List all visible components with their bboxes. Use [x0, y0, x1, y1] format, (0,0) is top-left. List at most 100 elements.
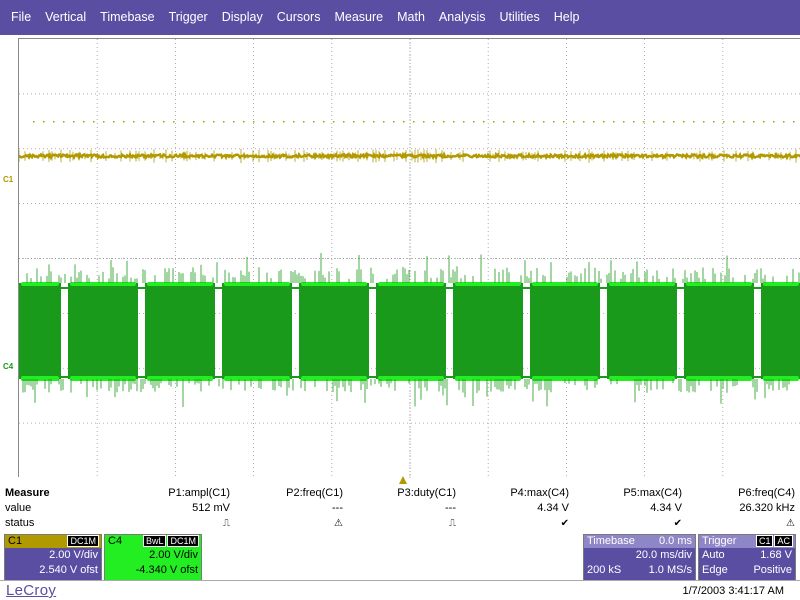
c4-burst-top-edge — [609, 282, 675, 286]
c1-ghost-dot — [83, 121, 85, 123]
check-status-icon: ✔ — [572, 516, 682, 531]
timebase-sampling: 200 kS 1.0 MS/s — [584, 563, 695, 578]
menu-vertical[interactable]: Vertical — [38, 0, 93, 35]
param-label-p2[interactable]: P2:freq(C1) — [233, 486, 343, 501]
c1-ghost-dot — [563, 121, 565, 123]
c1-ghost-dot — [723, 121, 725, 123]
c1-ghost-dot — [333, 121, 335, 123]
c1-ghost-dot — [223, 121, 225, 123]
param-label-p3[interactable]: P3:duty(C1) — [346, 486, 456, 501]
c1-ghost-dot — [613, 121, 615, 123]
c1-ghost-dot — [433, 121, 435, 123]
measure-status-row: status ⎍ ⚠ ⎍ ✔ ✔ ⚠ — [0, 516, 800, 531]
menu-timebase[interactable]: Timebase — [93, 0, 161, 35]
trigger-header: Trigger C1 AC — [699, 535, 795, 548]
c1-trace-marker[interactable]: C1 — [3, 176, 13, 184]
trigger-descriptor[interactable]: Trigger C1 AC Auto 1.68 V Edge Positive — [698, 534, 796, 581]
menu-analysis[interactable]: Analysis — [432, 0, 493, 35]
c1-ghost-dot — [523, 121, 525, 123]
c4-burst-block — [299, 283, 369, 379]
c4-burst-bottom-edge — [763, 376, 799, 381]
c1-ghost-dot — [393, 121, 395, 123]
timebase-header: Timebase 0.0 ms — [584, 535, 695, 548]
c1-ghost-dot — [123, 121, 125, 123]
c1-ghost-dot — [403, 121, 405, 123]
c1-ghost-dot — [103, 121, 105, 123]
c1-ghost-dot — [373, 121, 375, 123]
c1-ghost-dot — [683, 121, 685, 123]
c1-ghost-dot — [623, 121, 625, 123]
c1-ghost-dot — [273, 121, 275, 123]
status-row-label: status — [5, 516, 34, 531]
waveform-grid — [19, 39, 800, 478]
menu-trigger[interactable]: Trigger — [162, 0, 215, 35]
param-value-p3: --- — [346, 501, 456, 516]
c1-ghost-dot — [133, 121, 135, 123]
menu-cursors[interactable]: Cursors — [270, 0, 328, 35]
c1-ghost-dot — [503, 121, 505, 123]
param-label-p1[interactable]: P1:ampl(C1) — [120, 486, 230, 501]
c1-ghost-dot — [283, 121, 285, 123]
param-label-p6[interactable]: P6:freq(C4) — [685, 486, 795, 501]
c1-ghost-dot — [173, 121, 175, 123]
c4-vdiv: 2.00 V/div — [105, 548, 201, 563]
param-value-p5: 4.34 V — [572, 501, 682, 516]
lecroy-logo: LeCroy — [6, 582, 56, 599]
timebase-descriptor[interactable]: Timebase 0.0 ms 20.0 ms/div 200 kS 1.0 M… — [583, 534, 696, 581]
c1-ghost-dot — [323, 121, 325, 123]
timebase-samples: 200 kS — [587, 563, 621, 578]
menu-measure[interactable]: Measure — [327, 0, 390, 35]
c1-ghost-dot — [653, 121, 655, 123]
c1-ghost-dot — [473, 121, 475, 123]
c4-burst-block — [761, 283, 800, 379]
footer: LeCroy 1/7/2003 3:41:17 AM — [0, 582, 800, 600]
trigger-slope: Positive — [753, 563, 792, 578]
timebase-title: Timebase — [587, 535, 635, 548]
c1-ghost-dot — [353, 121, 355, 123]
c1-ghost-dot — [423, 121, 425, 123]
c1-name: C1 — [8, 535, 22, 547]
menu-math[interactable]: Math — [390, 0, 432, 35]
menu-file[interactable]: File — [4, 0, 38, 35]
c1-ghost-dot — [343, 121, 345, 123]
c4-burst-block — [19, 283, 61, 379]
c1-ghost-dot — [573, 121, 575, 123]
c1-ghost-dot — [583, 121, 585, 123]
measure-title[interactable]: Measure — [5, 486, 50, 501]
c1-ghost-dot — [293, 121, 295, 123]
menu-help[interactable]: Help — [547, 0, 587, 35]
param-label-p5[interactable]: P5:max(C4) — [572, 486, 682, 501]
c1-ghost-dot — [783, 121, 785, 123]
trigger-position-marker[interactable] — [399, 476, 407, 484]
c1-ghost-dot — [73, 121, 75, 123]
channel-c4-descriptor[interactable]: C4 BwL DC1M 2.00 V/div -4.340 V ofst — [104, 534, 202, 581]
c4-trace-marker[interactable]: C4 — [3, 363, 13, 371]
param-label-p4[interactable]: P4:max(C4) — [459, 486, 569, 501]
menu-utilities[interactable]: Utilities — [492, 0, 546, 35]
c1-ghost-dot — [303, 121, 305, 123]
c1-ghost-dot — [633, 121, 635, 123]
check-status-icon: ✔ — [459, 516, 569, 531]
c4-burst-top-edge — [224, 282, 290, 286]
channel-c1-descriptor[interactable]: C1 DC1M 2.00 V/div 2.540 V ofst — [4, 534, 102, 581]
waveform-display[interactable] — [18, 38, 800, 477]
pulse-status-icon: ⎍ — [346, 516, 456, 531]
c4-burst-top-edge — [378, 282, 444, 286]
c1-ghost-dot — [183, 121, 185, 123]
c4-burst-bottom-edge — [686, 376, 752, 381]
value-row-label: value — [5, 501, 31, 516]
c1-ghost-dot — [453, 121, 455, 123]
menu-display[interactable]: Display — [215, 0, 270, 35]
c4-coupling-badge: DC1M — [167, 535, 199, 547]
timebase-delay: 0.0 ms — [659, 535, 692, 548]
c1-ghost-dot — [713, 121, 715, 123]
param-value-p1: 512 mV — [120, 501, 230, 516]
c1-ghost-dot — [313, 121, 315, 123]
c4-burst-top-edge — [763, 282, 799, 286]
c1-ghost-dot — [53, 121, 55, 123]
c1-ghost-dot — [93, 121, 95, 123]
c1-ghost-dot — [763, 121, 765, 123]
c1-ghost-dot — [443, 121, 445, 123]
c1-ghost-dot — [693, 121, 695, 123]
c4-burst-bottom-edge — [301, 376, 367, 381]
